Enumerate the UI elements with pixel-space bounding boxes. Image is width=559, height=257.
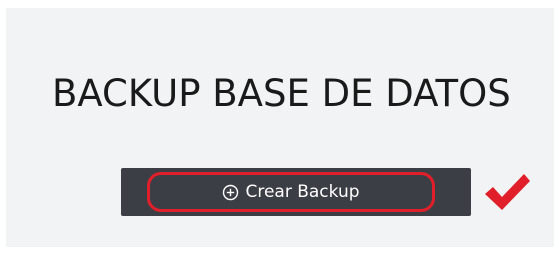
- frame-top: [0, 0, 559, 8]
- page-title: BACKUP BASE DE DATOS: [52, 72, 511, 115]
- frame-right: [554, 0, 559, 257]
- checkmark-icon: [482, 170, 532, 214]
- frame-left: [0, 0, 6, 257]
- plus-circle-icon: [222, 184, 239, 201]
- create-backup-label: Crear Backup: [245, 182, 360, 202]
- frame-bottom: [0, 247, 559, 257]
- backup-panel: [0, 0, 559, 257]
- create-backup-button[interactable]: Crear Backup: [147, 172, 435, 212]
